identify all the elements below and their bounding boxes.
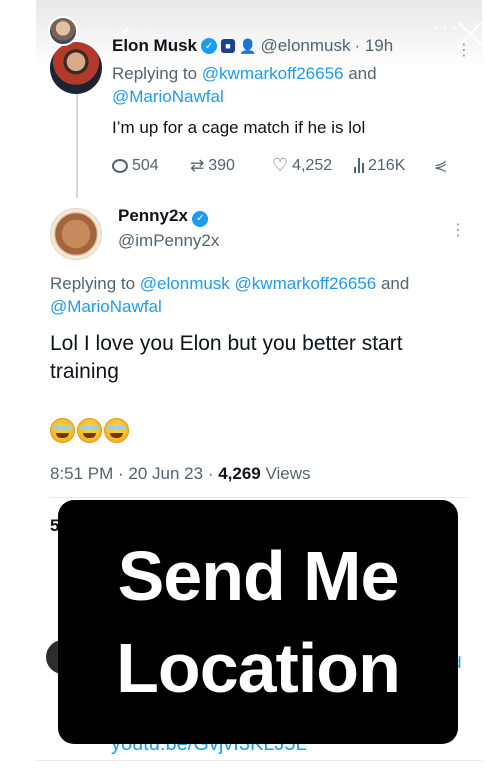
- retweet-count: 390: [208, 156, 235, 174]
- author-name[interactable]: Penny2x: [118, 206, 188, 225]
- replying-to: Replying to @kwmarkoff26656 and @MarioNa…: [112, 62, 462, 108]
- author-handle[interactable]: @imPenny2x: [118, 231, 219, 251]
- sticker-line-1: Send Me: [117, 537, 400, 615]
- reply-button[interactable]: 504: [112, 157, 190, 175]
- tweet-timestamp[interactable]: 8:51 PM · 20 Jun 23 ·: [50, 464, 213, 483]
- mention-link[interactable]: @kwmarkoff26656: [235, 274, 377, 293]
- tweet-actions: 504 ⇄ 390 ♡ 4,252 216K ⋞: [112, 155, 462, 176]
- reply-icon: [112, 158, 128, 173]
- story-user[interactable]: zuck ✔ 25m: [48, 16, 164, 46]
- replying-prefix: Replying to: [50, 274, 136, 293]
- story-username[interactable]: zuck: [84, 23, 115, 39]
- author-handle[interactable]: @elonmusk: [260, 36, 350, 56]
- mention-link[interactable]: @elonmusk: [140, 274, 230, 293]
- replying-to: Replying to @elonmusk @kwmarkoff26656 an…: [50, 272, 470, 318]
- author-header: Penny2x ✓ @imPenny2x: [118, 206, 219, 251]
- affiliation-badge-icon: ■: [221, 39, 236, 53]
- views-count: 4,269: [218, 464, 261, 483]
- divider: [36, 760, 482, 761]
- tears-of-joy-emoji-icon: [50, 418, 75, 443]
- views-label: Views: [265, 464, 311, 483]
- avatar[interactable]: [50, 42, 102, 94]
- share-icon: ⋞: [434, 157, 448, 175]
- close-icon[interactable]: [456, 20, 482, 48]
- emoji-row: [50, 418, 129, 443]
- retweet-icon: ⇄: [190, 155, 205, 175]
- tears-of-joy-emoji-icon: [77, 418, 102, 443]
- replying-prefix: Replying to: [112, 64, 198, 83]
- share-button[interactable]: ⋞: [434, 156, 447, 176]
- tears-of-joy-emoji-icon: [104, 418, 129, 443]
- avatar[interactable]: [48, 16, 78, 46]
- sticker-line-2: Location: [116, 629, 401, 707]
- thread-line: [76, 90, 78, 198]
- mention-link[interactable]: @MarioNawfal: [112, 87, 224, 106]
- person-badge-icon: 👤: [239, 37, 257, 54]
- heart-icon: ♡: [272, 155, 289, 175]
- divider: [50, 497, 468, 498]
- text-sticker: Send Me Location: [58, 500, 458, 744]
- verified-badge-icon: ✓: [192, 210, 209, 227]
- like-count: 4,252: [292, 156, 333, 174]
- views-icon: [354, 158, 364, 173]
- like-button[interactable]: ♡ 4,252: [272, 155, 354, 176]
- reply-count: 504: [132, 156, 159, 174]
- mention-link[interactable]: @kwmarkoff26656: [202, 64, 344, 83]
- views-count: 216K: [368, 156, 406, 174]
- replying-and: and: [348, 64, 377, 83]
- tweet-meta: 8:51 PM · 20 Jun 23 · 4,269 Views: [50, 464, 311, 484]
- tweet-text: I’m up for a cage match if he is lol: [112, 118, 366, 137]
- more-options-icon[interactable]: ⋮: [450, 220, 466, 240]
- tweet-text: Lol I love you Elon but you better start…: [50, 332, 403, 383]
- views-button[interactable]: 216K: [354, 157, 434, 175]
- author-line: Elon Musk ✓ ■ 👤 @elonmusk · 19h: [112, 36, 462, 56]
- verified-badge-icon: ✔: [121, 24, 132, 38]
- mention-link[interactable]: @MarioNawfal: [50, 297, 162, 316]
- retweet-button[interactable]: ⇄ 390: [190, 156, 272, 176]
- avatar[interactable]: [50, 208, 102, 260]
- replying-and: and: [380, 274, 410, 293]
- verified-badge-icon: ✓: [201, 38, 218, 54]
- story-time: 25m: [137, 23, 165, 39]
- reply-tweet-body: Elon Musk ✓ ■ 👤 @elonmusk · 19h ⋮ Replyi…: [112, 36, 472, 176]
- tweet-time: · 19h: [354, 36, 394, 55]
